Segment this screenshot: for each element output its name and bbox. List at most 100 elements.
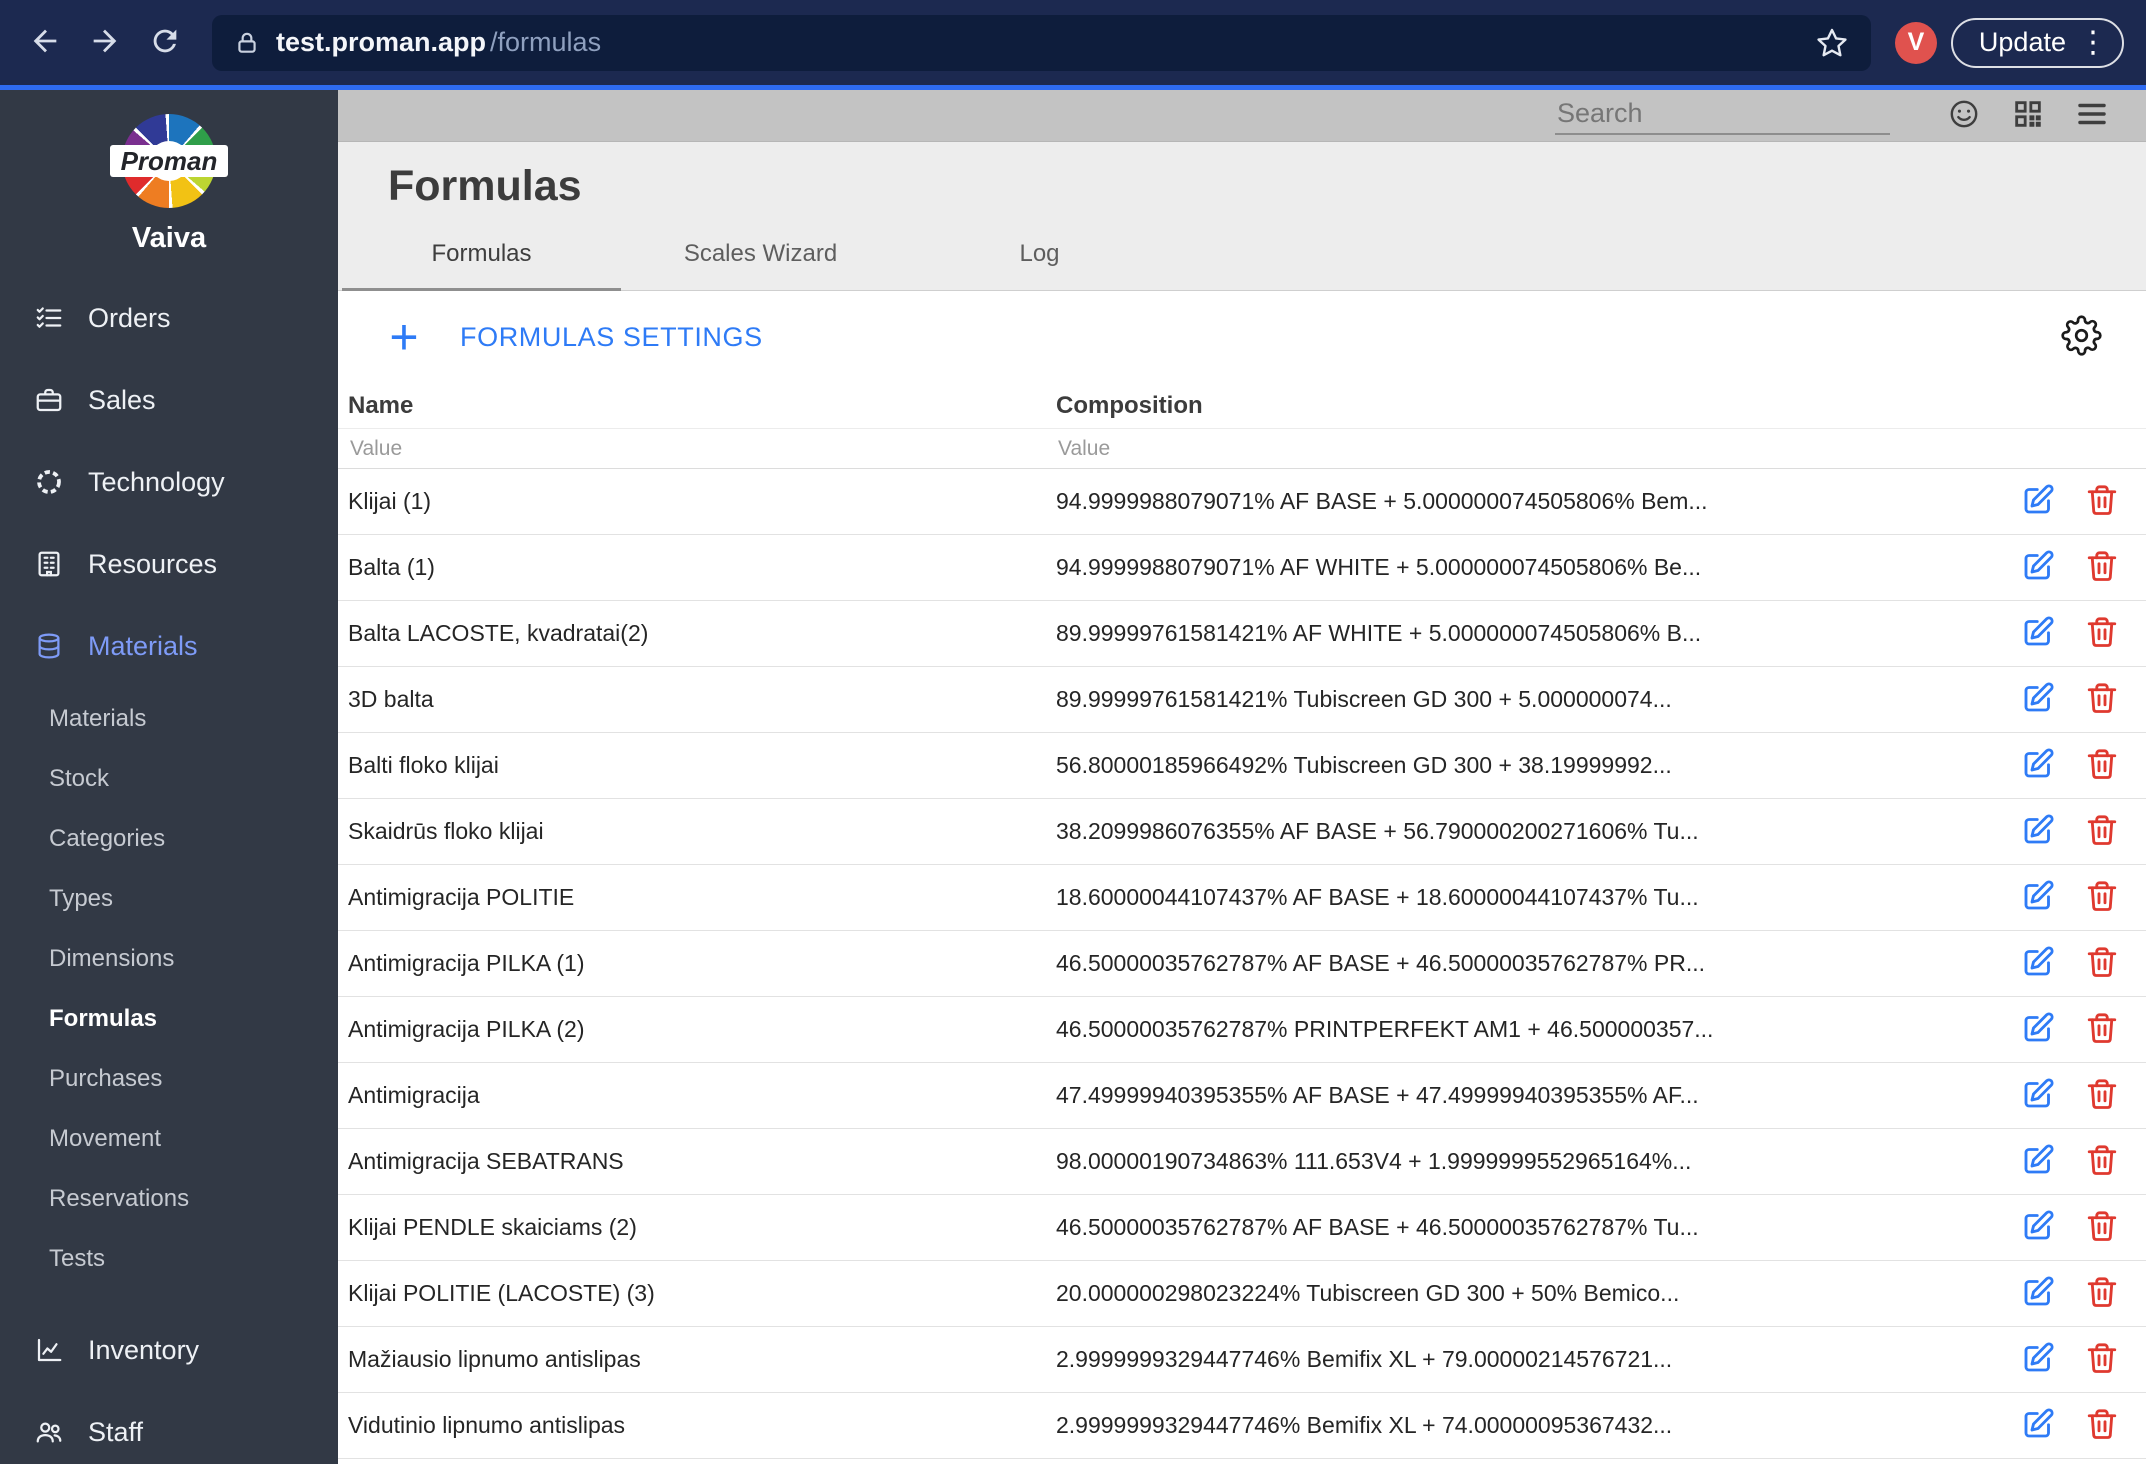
sidebar-item-staff[interactable]: Staff xyxy=(0,1391,338,1464)
tab-formulas[interactable]: Formulas xyxy=(342,240,621,292)
edit-button[interactable] xyxy=(2020,1010,2056,1049)
table-row[interactable]: Antimigracija PILKA (2) 46.5000003576278… xyxy=(338,997,2146,1064)
sidebar-item-sales[interactable]: Sales xyxy=(0,359,338,441)
delete-button[interactable] xyxy=(2084,1076,2120,1115)
formula-name-cell: Balta LACOSTE, kvadratai(2) xyxy=(348,620,649,647)
delete-button[interactable] xyxy=(2084,1010,2120,1049)
sidebar-item-technology[interactable]: Technology xyxy=(0,441,338,523)
table-body: Klijai (1) 94.9999988079071% AF BASE + 5… xyxy=(338,469,2146,1460)
table-row[interactable]: Mažiausio lipnumo antislipas 2.999999932… xyxy=(338,1327,2146,1394)
sidebar-subitem-formulas[interactable]: Formulas xyxy=(0,989,338,1049)
delete-button[interactable] xyxy=(2084,1340,2120,1379)
add-formula-button[interactable]: + xyxy=(382,310,426,364)
update-button[interactable]: Update ⋮ xyxy=(1950,17,2124,68)
tab-log[interactable]: Log xyxy=(900,240,1179,290)
tab-scales-wizard[interactable]: Scales Wizard xyxy=(621,240,900,290)
delete-button[interactable] xyxy=(2084,1274,2120,1313)
formula-name-cell: Mažiausio lipnumo antislipas xyxy=(348,1346,641,1373)
edit-button[interactable] xyxy=(2020,680,2056,719)
edit-button[interactable] xyxy=(2020,1076,2056,1115)
table-row[interactable]: Skaidrūs floko klijai 38.2099986076355% … xyxy=(338,799,2146,866)
sidebar-subitem-reservations[interactable]: Reservations xyxy=(0,1169,338,1229)
qr-code-button[interactable] xyxy=(2010,98,2046,134)
table-row[interactable]: Balta LACOSTE, kvadratai(2) 89.999997615… xyxy=(338,601,2146,668)
table-row[interactable]: 3D balta 89.99999761581421% Tubiscreen G… xyxy=(338,667,2146,734)
sidebar-subitem-types[interactable]: Types xyxy=(0,869,338,929)
delete-button[interactable] xyxy=(2084,614,2120,653)
content-area: + FORMULAS SETTINGS Name Composition Val… xyxy=(338,291,2146,1464)
trash-icon xyxy=(2084,482,2120,521)
avatar[interactable]: V xyxy=(1894,21,1937,64)
edit-button[interactable] xyxy=(2020,1340,2056,1379)
edit-button[interactable] xyxy=(2020,548,2056,587)
url-bar[interactable]: test.proman.app /formulas xyxy=(212,14,1871,71)
url-host: test.proman.app xyxy=(276,27,487,57)
delete-button[interactable] xyxy=(2084,1406,2120,1445)
search-input[interactable] xyxy=(1555,96,1890,133)
delete-button[interactable] xyxy=(2084,746,2120,785)
sidebar-subitem-dimensions[interactable]: Dimensions xyxy=(0,929,338,989)
sidebar-subitem-materials[interactable]: Materials xyxy=(0,689,338,749)
column-header-composition[interactable]: Composition xyxy=(1056,392,1950,420)
edit-button[interactable] xyxy=(2020,812,2056,851)
delete-button[interactable] xyxy=(2084,812,2120,851)
formula-composition-cell: 38.2099986076355% AF BASE + 56.790000200… xyxy=(1056,818,1699,845)
proman-logo[interactable]: Proman xyxy=(104,114,234,208)
delete-button[interactable] xyxy=(2084,1142,2120,1181)
back-button[interactable] xyxy=(22,20,68,66)
edit-button[interactable] xyxy=(2020,746,2056,785)
table-row[interactable]: Klijai (1) 94.9999988079071% AF BASE + 5… xyxy=(338,469,2146,536)
column-header-name[interactable]: Name xyxy=(348,392,1056,420)
formula-name-cell: Antimigracija SEBATRANS xyxy=(348,1148,624,1175)
table-row[interactable]: Antimigracija 47.49999940395355% AF BASE… xyxy=(338,1063,2146,1130)
sidebar-item-orders[interactable]: Orders xyxy=(0,277,338,359)
reload-button[interactable] xyxy=(142,20,188,66)
edit-button[interactable] xyxy=(2020,1274,2056,1313)
sidebar-item-label: Orders xyxy=(88,302,171,333)
sidebar: Proman Vaiva Orders Sales Technology Res… xyxy=(0,90,338,1464)
sidebar-item-resources[interactable]: Resources xyxy=(0,523,338,605)
delete-button[interactable] xyxy=(2084,1208,2120,1247)
table-row[interactable]: Antimigracija PILKA (1) 46.5000003576278… xyxy=(338,931,2146,998)
forward-button[interactable] xyxy=(82,20,128,66)
formula-name-cell: Skaidrūs floko klijai xyxy=(348,818,544,845)
edit-button[interactable] xyxy=(2020,878,2056,917)
qr-code-icon xyxy=(2011,97,2045,134)
table-row[interactable]: Balti floko klijai 56.80000185966492% Tu… xyxy=(338,733,2146,800)
sidebar-subitem-tests[interactable]: Tests xyxy=(0,1229,338,1289)
table-settings-button[interactable] xyxy=(2061,315,2102,359)
table-row[interactable]: Klijai POLITIE (LACOSTE) (3) 20.00000029… xyxy=(338,1261,2146,1328)
edit-button[interactable] xyxy=(2020,1208,2056,1247)
delete-button[interactable] xyxy=(2084,548,2120,587)
menu-button[interactable] xyxy=(2074,98,2110,134)
table-row[interactable]: Antimigracija POLITIE 18.60000044107437%… xyxy=(338,865,2146,932)
trash-icon xyxy=(2084,1208,2120,1247)
delete-button[interactable] xyxy=(2084,878,2120,917)
edit-button[interactable] xyxy=(2020,482,2056,521)
edit-button[interactable] xyxy=(2020,944,2056,983)
sidebar-subitem-purchases[interactable]: Purchases xyxy=(0,1049,338,1109)
edit-button[interactable] xyxy=(2020,1142,2056,1181)
formulas-settings-link[interactable]: FORMULAS SETTINGS xyxy=(460,322,763,353)
composition-filter-input[interactable] xyxy=(1056,435,1879,462)
technology-icon xyxy=(34,467,64,497)
bookmark-star-icon[interactable] xyxy=(1815,26,1849,60)
delete-button[interactable] xyxy=(2084,680,2120,719)
table-row[interactable]: Klijai PENDLE skaiciams (2) 46.500000357… xyxy=(338,1195,2146,1262)
formula-name-cell: Klijai PENDLE skaiciams (2) xyxy=(348,1214,637,1241)
sidebar-subitem-categories[interactable]: Categories xyxy=(0,809,338,869)
sidebar-item-inventory[interactable]: Inventory xyxy=(0,1309,338,1391)
table-row[interactable]: Vidutinio lipnumo antislipas 2.999999932… xyxy=(338,1393,2146,1460)
user-name: Vaiva xyxy=(131,222,207,254)
sidebar-subitem-movement[interactable]: Movement xyxy=(0,1109,338,1169)
table-row[interactable]: Antimigracija SEBATRANS 98.0000019073486… xyxy=(338,1129,2146,1196)
feedback-button[interactable] xyxy=(1946,98,1982,134)
name-filter-input[interactable] xyxy=(348,435,1000,462)
table-row[interactable]: Balta (1) 94.9999988079071% AF WHITE + 5… xyxy=(338,535,2146,602)
sidebar-item-materials[interactable]: Materials xyxy=(0,605,338,687)
sidebar-subitem-stock[interactable]: Stock xyxy=(0,749,338,809)
edit-button[interactable] xyxy=(2020,614,2056,653)
delete-button[interactable] xyxy=(2084,944,2120,983)
edit-button[interactable] xyxy=(2020,1406,2056,1445)
delete-button[interactable] xyxy=(2084,482,2120,521)
